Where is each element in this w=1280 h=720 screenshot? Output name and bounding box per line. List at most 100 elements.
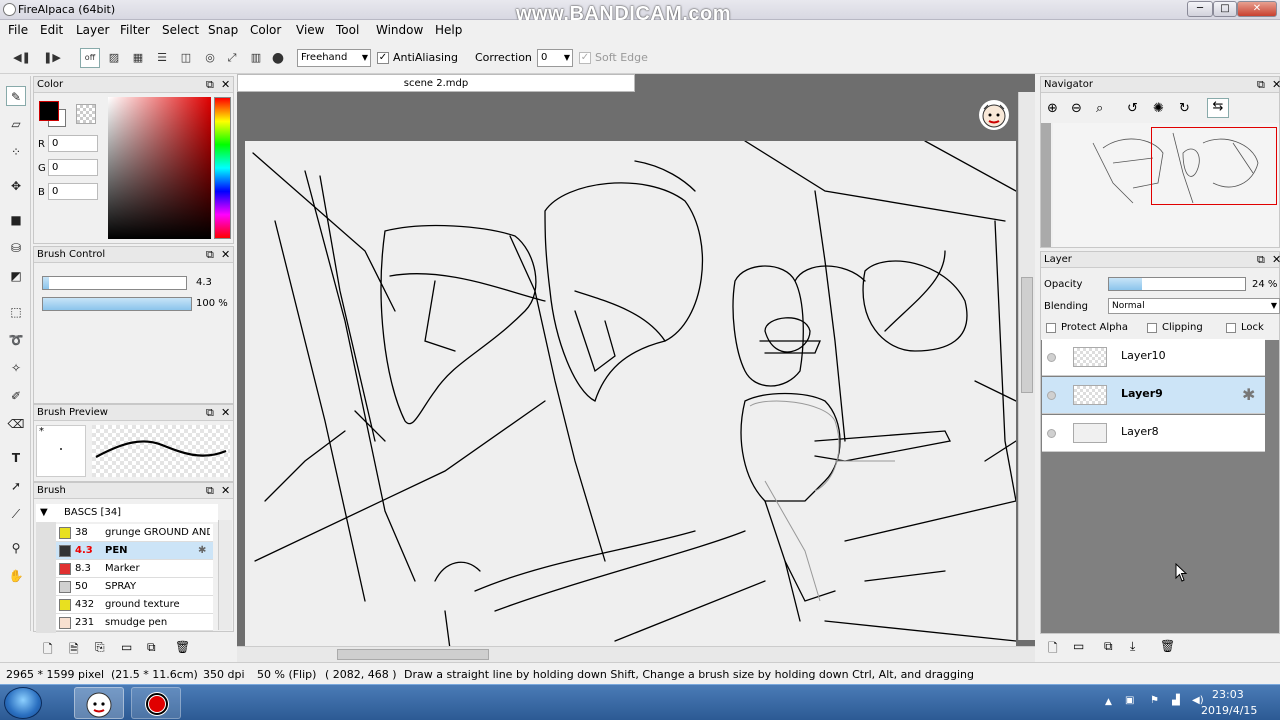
duplicate-layer-icon[interactable]: ⧉ <box>1104 639 1113 654</box>
select-pen-tool-icon[interactable]: ✐ <box>6 386 26 406</box>
gear-icon[interactable]: ✱ <box>1242 385 1255 404</box>
close-button[interactable]: ✕ <box>1237 1 1277 17</box>
brush-folder-icon[interactable]: ▭ <box>121 640 132 654</box>
navigator-scroll[interactable] <box>1041 123 1051 247</box>
clock-date[interactable]: 2019/4/15 <box>1201 704 1257 717</box>
eyedropper-tool-icon[interactable]: ⚲ <box>6 538 26 558</box>
merge-layer-icon[interactable]: ⤓ <box>1130 639 1135 654</box>
canvas-vertical-scrollbar[interactable] <box>1018 92 1035 640</box>
prev-icon[interactable]: ◀❚ <box>12 48 32 68</box>
layer-row-selected[interactable]: Layer9 ✱ <box>1042 377 1265 414</box>
network-icon[interactable]: ▟ <box>1172 695 1180 706</box>
antialiasing-checkbox[interactable]: ✓ <box>377 52 389 64</box>
zoom-out-icon[interactable]: ⊖ <box>1071 101 1082 116</box>
new-folder-icon[interactable]: ▭ <box>1073 639 1084 653</box>
curve-snap-icon[interactable]: ⤢ <box>222 48 242 68</box>
select-eraser-tool-icon[interactable]: ⌫ <box>6 414 26 434</box>
navigator-viewport[interactable] <box>1151 127 1277 205</box>
close-icon[interactable]: ✕ <box>221 77 230 92</box>
r-field[interactable]: 0 <box>48 135 98 152</box>
brush-item-selected[interactable]: 4.3 PEN ✱ <box>56 542 213 560</box>
brush-group-header[interactable]: ▼ BASCS [34] <box>36 504 218 522</box>
float-icon[interactable]: ⧉ <box>206 483 214 498</box>
taskbar-bandicam[interactable] <box>131 687 181 719</box>
brush-duplicate-icon[interactable]: ⧉ <box>147 640 156 655</box>
select-tool-icon[interactable]: ⬚ <box>6 302 26 322</box>
navigator-thumbnail[interactable] <box>1053 123 1279 247</box>
aa-off-button[interactable]: off <box>80 48 100 68</box>
lock-checkbox[interactable] <box>1226 323 1236 333</box>
menu-edit[interactable]: Edit <box>40 23 63 37</box>
float-icon[interactable]: ⧉ <box>206 405 214 420</box>
brush-list-scrollbar[interactable] <box>218 520 232 630</box>
canvas-horizontal-scrollbar[interactable] <box>237 646 1035 662</box>
menu-help[interactable]: Help <box>435 23 462 37</box>
text-tool-icon[interactable]: T <box>6 448 26 468</box>
visibility-icon[interactable] <box>1047 391 1056 400</box>
close-icon[interactable]: ✕ <box>1272 252 1280 267</box>
brush-mode-select[interactable]: Freehand ▼ <box>297 49 371 67</box>
brush-item[interactable]: 8.3 Marker <box>56 560 213 578</box>
close-icon[interactable]: ✕ <box>221 405 230 420</box>
square-snap-icon[interactable]: ◫ <box>176 48 196 68</box>
dot-tool-icon[interactable]: ⁘ <box>6 142 26 162</box>
clipping-checkbox[interactable] <box>1147 323 1157 333</box>
flag-icon[interactable]: ⚑ <box>1150 695 1159 706</box>
reset-rotation-icon[interactable]: ✺ <box>1153 101 1164 116</box>
fill-rect-tool-icon[interactable]: ■ <box>6 210 26 230</box>
close-icon[interactable]: ✕ <box>221 483 230 498</box>
gear-icon[interactable]: ✱ <box>198 542 206 559</box>
tray-expand-icon[interactable]: ▲ <box>1105 697 1112 707</box>
operation-tool-icon[interactable]: ➚ <box>6 476 26 496</box>
brush-item[interactable]: 231 smudge pen <box>56 614 213 631</box>
layer-row[interactable]: Layer8 <box>1042 415 1265 452</box>
protect-alpha-checkbox[interactable] <box>1046 323 1056 333</box>
menu-file[interactable]: File <box>8 23 28 37</box>
g-field[interactable]: 0 <box>48 159 98 176</box>
dot-icon[interactable]: ● <box>268 48 288 68</box>
canvas-area[interactable]: scene 2.mdp <box>237 74 1035 649</box>
brush-opacity-slider[interactable] <box>42 297 192 311</box>
float-icon[interactable]: ⧉ <box>206 77 214 92</box>
minimize-button[interactable]: ─ <box>1187 1 1213 17</box>
trash-icon[interactable]: 🗑 <box>1160 639 1175 653</box>
magic-wand-tool-icon[interactable]: ✧ <box>6 358 26 378</box>
menu-layer[interactable]: Layer <box>76 23 109 37</box>
zoom-in-icon[interactable]: ⊕ <box>1047 101 1058 116</box>
grid-pattern-icon[interactable]: ▦ <box>128 48 148 68</box>
hue-slider[interactable] <box>214 97 231 239</box>
bucket-tool-icon[interactable]: ⛁ <box>6 238 26 258</box>
b-field[interactable]: 0 <box>48 183 98 200</box>
clock-time[interactable]: 23:03 <box>1212 688 1244 701</box>
divide-tool-icon[interactable]: ⟋ <box>6 504 26 524</box>
float-icon[interactable]: ⧉ <box>1257 252 1265 267</box>
rotate-left-icon[interactable]: ↺ <box>1127 101 1138 116</box>
maximize-button[interactable]: □ <box>1213 1 1237 17</box>
document-tab[interactable]: scene 2.mdp <box>237 74 635 92</box>
taskbar-firealpaca[interactable] <box>74 687 124 719</box>
flip-icon[interactable]: ⇆ <box>1207 98 1229 118</box>
menu-snap[interactable]: Snap <box>208 23 238 37</box>
menu-color[interactable]: Color <box>250 23 281 37</box>
float-icon[interactable]: ⧉ <box>1257 77 1265 92</box>
blending-select[interactable]: Normal ▼ <box>1108 298 1280 314</box>
lines-pattern-icon[interactable]: ☰ <box>152 48 172 68</box>
circle-snap-icon[interactable]: ◎ <box>200 48 220 68</box>
saturation-value-picker[interactable] <box>108 97 211 239</box>
close-icon[interactable]: ✕ <box>221 247 230 262</box>
primary-color-swatch[interactable] <box>39 101 59 121</box>
new-brush-icon[interactable]: 🗋 <box>43 640 53 661</box>
menu-view[interactable]: View <box>296 23 324 37</box>
menu-select[interactable]: Select <box>162 23 199 37</box>
move-tool-icon[interactable]: ✥ <box>6 176 26 196</box>
lasso-tool-icon[interactable]: ➰ <box>6 330 26 350</box>
layer-opacity-slider[interactable] <box>1108 277 1246 291</box>
menu-filter[interactable]: Filter <box>120 23 150 37</box>
correction-select[interactable]: 0 ▼ <box>537 49 573 67</box>
start-button[interactable] <box>4 687 42 719</box>
zoom-fit-icon[interactable]: ⌕ <box>1096 101 1103 116</box>
menu-window[interactable]: Window <box>376 23 423 37</box>
gradient-tool-icon[interactable]: ◩ <box>6 266 26 286</box>
brush-item[interactable]: 432 ground texture <box>56 596 213 614</box>
drawing-canvas[interactable] <box>245 141 1016 649</box>
